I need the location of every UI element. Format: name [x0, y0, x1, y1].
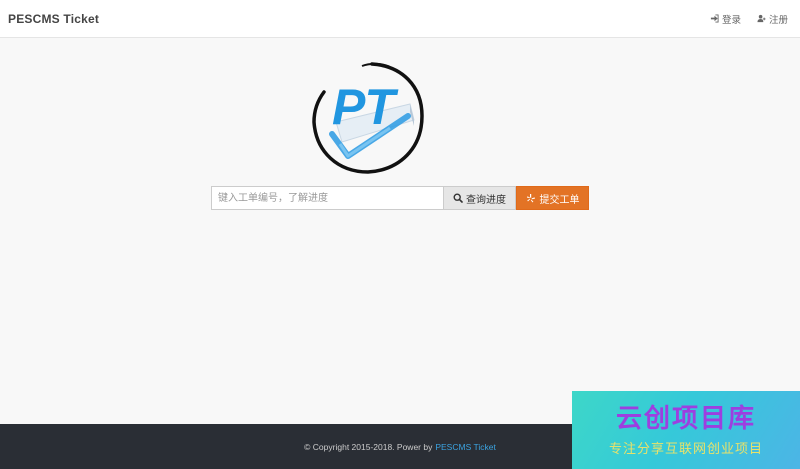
watermark-title: 云创项目库	[615, 403, 756, 434]
watermark-banner: 云创项目库 专注分享互联网创业项目	[572, 391, 800, 469]
query-progress-button[interactable]: 查询进度	[443, 186, 516, 210]
footer-powered-link[interactable]: PESCMS Ticket	[435, 442, 495, 452]
pt-logo: PT	[310, 60, 426, 176]
login-link[interactable]: 登录	[710, 12, 741, 26]
query-progress-label: 查询进度	[466, 194, 506, 206]
watermark-subtitle: 专注分享互联网创业项目	[608, 441, 763, 457]
search-icon	[453, 193, 463, 203]
login-label: 登录	[721, 14, 741, 26]
copyright-text: © Copyright 2015-2018. Power by	[304, 441, 433, 452]
submit-ticket-button[interactable]: 提交工单	[516, 186, 589, 210]
ticket-search-bar: 查询进度 提交工单	[211, 186, 589, 210]
sign-in-icon	[710, 14, 719, 23]
register-label: 注册	[768, 14, 788, 26]
top-navbar: PESCMS Ticket 登录 注册	[0, 0, 800, 38]
auth-links: 登录 注册	[710, 12, 788, 26]
ticket-number-input[interactable]	[211, 186, 443, 210]
submit-ticket-label: 提交工单	[539, 194, 580, 206]
register-link[interactable]: 注册	[757, 12, 788, 26]
yelp-icon	[526, 194, 535, 203]
user-plus-icon	[757, 14, 766, 23]
logo-text: PT	[332, 79, 395, 135]
brand-title[interactable]: PESCMS Ticket	[8, 12, 99, 26]
